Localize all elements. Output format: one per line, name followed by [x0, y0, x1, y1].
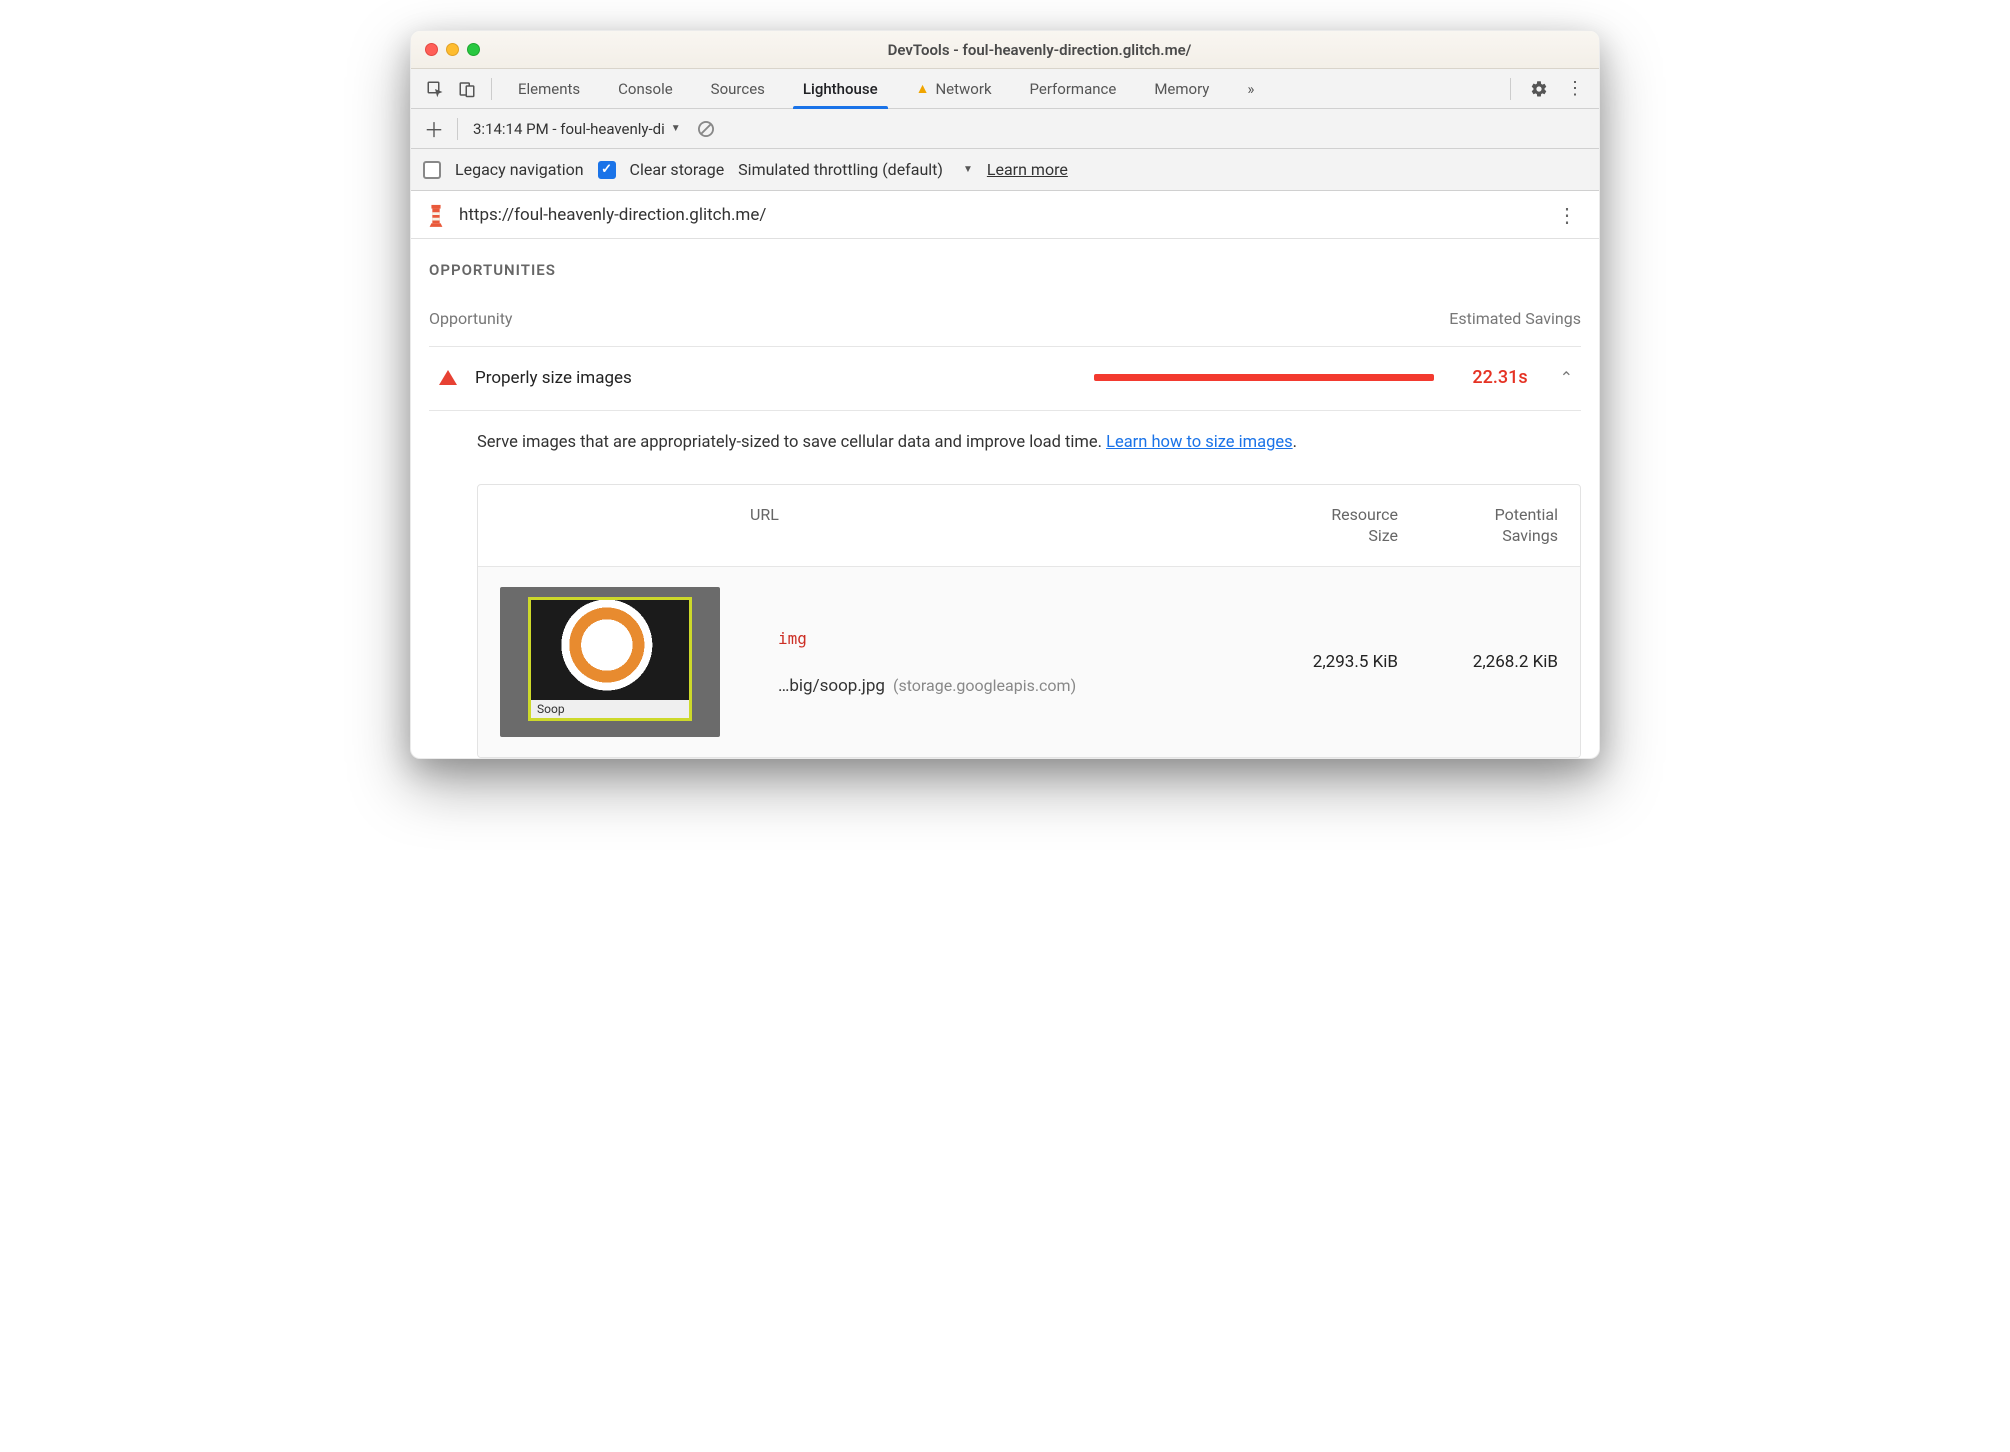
tab-memory[interactable]: Memory — [1144, 69, 1219, 108]
resource-host: (storage.googleapis.com) — [893, 676, 1076, 695]
opportunities-heading: OPPORTUNITIES — [429, 261, 1581, 279]
settings-gear-icon[interactable] — [1525, 75, 1553, 103]
lighthouse-icon — [425, 201, 447, 229]
tab-label: Console — [618, 80, 673, 98]
resource-path: …big/soop.jpg — [778, 676, 885, 696]
minimize-button[interactable] — [446, 43, 459, 56]
opportunity-item[interactable]: Properly size images 22.31s ⌃ — [429, 346, 1581, 411]
element-tag: img — [778, 629, 1238, 648]
learn-more-link[interactable]: Learn more — [987, 160, 1068, 179]
opportunity-description: Serve images that are appropriately-size… — [429, 411, 1581, 484]
panel-tabs: Elements Console Sources Lighthouse ▲ Net… — [508, 69, 1264, 108]
dropdown-caret-icon: ▼ — [671, 123, 681, 134]
column-opportunity: Opportunity — [429, 309, 1449, 328]
th-thumb — [500, 505, 750, 547]
window-controls — [425, 43, 480, 56]
fail-triangle-icon — [439, 370, 457, 385]
tab-label: Sources — [711, 80, 765, 98]
period: . — [1293, 433, 1297, 452]
kebab-menu-icon[interactable]: ⋮ — [1561, 75, 1589, 103]
resource-size: 2,293.5 KiB — [1238, 652, 1398, 672]
separator — [491, 78, 492, 100]
tab-network[interactable]: ▲ Network — [906, 69, 1002, 108]
clear-storage-checkbox[interactable] — [598, 161, 616, 179]
opportunity-name: Properly size images — [475, 368, 632, 388]
tab-label: Network — [935, 80, 991, 98]
device-toggle-icon[interactable] — [453, 75, 481, 103]
th-potential-savings: PotentialSavings — [1398, 505, 1558, 547]
legacy-navigation-label: Legacy navigation — [455, 160, 584, 179]
devtools-window: DevTools - foul-heavenly-direction.glitc… — [410, 30, 1600, 759]
lighthouse-options: Legacy navigation Clear storage Simulate… — [411, 149, 1599, 191]
tab-console[interactable]: Console — [608, 69, 683, 108]
thumbnail-caption: Soop — [531, 700, 689, 718]
column-savings: Estimated Savings — [1449, 309, 1581, 328]
legacy-navigation-checkbox[interactable] — [423, 161, 441, 179]
lighthouse-actionbar: ＋ 3:14:14 PM - foul-heavenly-di ▼ — [411, 109, 1599, 149]
throttling-label: Simulated throttling (default) — [738, 160, 943, 179]
inspect-element-icon[interactable] — [421, 75, 449, 103]
potential-savings: 2,268.2 KiB — [1398, 652, 1558, 672]
savings-bar-fill — [1094, 374, 1434, 381]
devtools-tabstrip: Elements Console Sources Lighthouse ▲ Net… — [411, 69, 1599, 109]
resource-url[interactable]: …big/soop.jpg (storage.googleapis.com) — [778, 676, 1238, 696]
clear-storage-label: Clear storage — [630, 160, 725, 179]
tab-sources[interactable]: Sources — [701, 69, 775, 108]
table-header: URL ResourceSize PotentialSavings — [478, 485, 1580, 568]
report-url: https://foul-heavenly-direction.glitch.m… — [459, 205, 766, 225]
clear-icon[interactable] — [696, 119, 716, 139]
thumbnail-preview — [531, 600, 689, 700]
tab-more[interactable]: » — [1237, 69, 1264, 108]
tab-label: Lighthouse — [803, 80, 878, 98]
image-thumbnail: Soop — [500, 587, 720, 737]
savings-value: 22.31s — [1472, 367, 1527, 388]
th-resource-size: ResourceSize — [1238, 505, 1398, 547]
report-selector[interactable]: 3:14:14 PM - foul-heavenly-di ▼ — [468, 117, 686, 141]
tab-label: Memory — [1154, 80, 1209, 98]
report-menu-icon[interactable]: ⋮ — [1549, 199, 1585, 231]
table-row: Soop img …big/soop.jpg (storage.googleap… — [478, 567, 1580, 757]
report-timestamp-label: 3:14:14 PM - foul-heavenly-di — [473, 120, 665, 138]
report-url-row: https://foul-heavenly-direction.glitch.m… — [411, 191, 1599, 239]
tab-lighthouse[interactable]: Lighthouse — [793, 69, 888, 108]
th-url: URL — [750, 505, 1238, 547]
window-title: DevTools - foul-heavenly-direction.glitc… — [494, 41, 1585, 59]
window-titlebar: DevTools - foul-heavenly-direction.glitc… — [411, 31, 1599, 69]
warning-icon: ▲ — [916, 80, 930, 97]
more-tabs-icon: » — [1247, 80, 1254, 98]
opportunity-columns: Opportunity Estimated Savings — [429, 309, 1581, 328]
close-button[interactable] — [425, 43, 438, 56]
learn-how-link[interactable]: Learn how to size images — [1106, 433, 1293, 452]
separator — [1510, 78, 1511, 100]
expand-chevron-icon[interactable]: ⌃ — [1560, 368, 1573, 387]
tab-label: Elements — [518, 80, 580, 98]
savings-bar — [650, 374, 1455, 381]
tab-elements[interactable]: Elements — [508, 69, 590, 108]
throttling-dropdown-icon[interactable]: ▼ — [963, 164, 973, 175]
description-text: Serve images that are appropriately-size… — [477, 433, 1106, 452]
tab-performance[interactable]: Performance — [1020, 69, 1127, 108]
tab-label: Performance — [1030, 80, 1117, 98]
resources-table: URL ResourceSize PotentialSavings Soop i… — [477, 484, 1581, 759]
separator — [457, 118, 458, 140]
new-report-button[interactable]: ＋ — [421, 116, 447, 142]
report-body: OPPORTUNITIES Opportunity Estimated Savi… — [411, 239, 1599, 758]
maximize-button[interactable] — [467, 43, 480, 56]
